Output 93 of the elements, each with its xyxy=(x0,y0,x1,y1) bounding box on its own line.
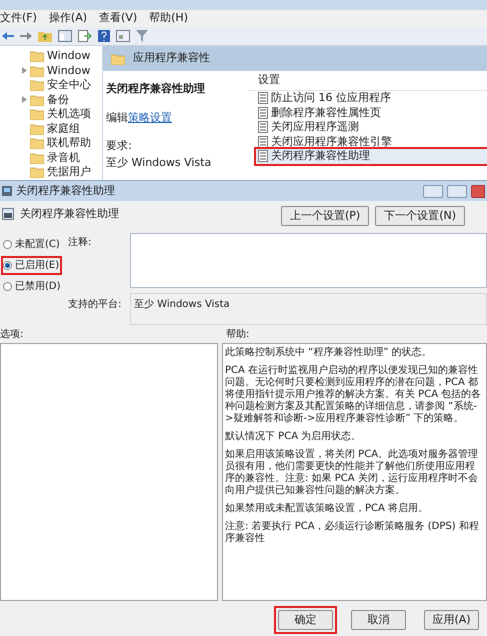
setting-row[interactable]: 关闭应用程序兼容性引擎 xyxy=(256,134,487,149)
help-paragraph: PCA 在运行时监视用户启动的程序以便发现已知的兼容性问题。无论何时只要检测到应用程序的潜在问题，PCA 都将使用指针提示用户推荐的解决方案。有关 PCA 包括的各种问题检测方案及其配置策略的详细信息，请参阅 “系统->疑难解答和诊断->应用程序兼容性诊断” 下的策略。 xyxy=(225,365,482,425)
help-paragraph: 此策略控制系统中 “程序兼容性助理” 的状态。 xyxy=(225,347,433,359)
folder-icon xyxy=(30,79,44,92)
radio-button[interactable] xyxy=(3,240,12,249)
setting-label: 防止访问 16 位应用程序 xyxy=(271,90,391,106)
platform-label: 支持的平台: xyxy=(68,299,122,310)
tree-row[interactable]: 安全中心 xyxy=(0,78,102,92)
tree-row[interactable]: Window xyxy=(0,64,102,78)
policy-document-icon xyxy=(258,121,268,134)
platform-text: 至少 Windows Vista xyxy=(134,299,230,310)
tree-item[interactable]: 录音机 xyxy=(47,150,80,166)
setting-label: 关闭程序兼容性助理 xyxy=(271,148,370,164)
window-icon[interactable] xyxy=(116,30,130,42)
menu-item[interactable]: 文件(F) xyxy=(0,10,37,27)
settings-column-header: 设置 xyxy=(248,71,487,91)
tree-item[interactable]: Window xyxy=(47,62,90,79)
nav-button[interactable]: 上一个设置(P) xyxy=(281,206,370,226)
maximize-button[interactable] xyxy=(447,184,467,198)
radio-button[interactable] xyxy=(3,282,12,291)
minimize-button[interactable] xyxy=(423,184,443,198)
comment-label: 注释: xyxy=(68,236,92,250)
radio-option[interactable]: 未配置(C) xyxy=(3,237,61,252)
nav-button[interactable]: 下一个设置(N) xyxy=(375,206,466,226)
dialog-button[interactable]: 应用(A) xyxy=(424,610,479,630)
tree-item[interactable]: 关机选项 xyxy=(47,106,91,122)
tree-row[interactable]: 家庭组 xyxy=(0,122,102,136)
tree-item[interactable]: 凭据用户 xyxy=(47,164,91,180)
tree-item[interactable]: Window xyxy=(47,48,90,64)
options-label: 选项: xyxy=(0,328,24,342)
requirements-label: 要求: xyxy=(106,138,133,154)
dialog-button[interactable]: 确定 xyxy=(278,610,333,630)
menu-item[interactable]: 操作(A) xyxy=(48,10,88,27)
tree-item[interactable]: 安全中心 xyxy=(47,77,91,94)
close-button[interactable] xyxy=(471,184,485,198)
setting-row[interactable]: 关闭程序兼容性助理 xyxy=(256,149,487,164)
expand-arrow-icon[interactable] xyxy=(22,67,27,74)
panel-icon[interactable] xyxy=(58,30,72,42)
back-arrow-icon[interactable] xyxy=(2,31,14,41)
expand-arrow-icon[interactable] xyxy=(22,96,27,104)
setting-label: 关闭应用程序遥测 xyxy=(271,119,359,135)
setting-row[interactable]: 防止访问 16 位应用程序 xyxy=(256,91,487,106)
policy-setting-icon xyxy=(2,208,14,220)
menu-item[interactable]: 查看(V) xyxy=(99,10,138,27)
dialog-heading: 关闭程序兼容性助理 xyxy=(20,206,120,222)
radio-option[interactable]: 已禁用(D) xyxy=(3,279,62,294)
policy-settings-link[interactable]: 策略设置 xyxy=(128,110,172,124)
tree-item[interactable]: 家庭组 xyxy=(47,120,80,137)
help-paragraph: 注意: 若要执行 PCA，必须运行诊断策略服务 (DPS) 和程序兼容性 xyxy=(225,521,480,545)
edit-policy-text: 编辑策略设置 xyxy=(106,110,173,126)
folder-icon xyxy=(30,50,44,62)
tree-item[interactable]: 联机帮助 xyxy=(47,135,91,152)
radio-option[interactable]: 已启用(E) xyxy=(3,258,60,273)
folder-title: 应用程序兼容性 xyxy=(133,50,210,66)
help-paragraph: 如果禁用或未配置该策略设置，PCA 将启用。 xyxy=(225,503,430,515)
dialog-title: 关闭程序兼容性助理 xyxy=(16,182,116,199)
policy-app-icon xyxy=(2,186,12,196)
menu-item[interactable]: 帮助(H) xyxy=(149,10,188,27)
comment-field[interactable] xyxy=(130,233,487,288)
filter-icon[interactable] xyxy=(136,30,148,42)
setting-label: 删除程序兼容性属性页 xyxy=(271,104,381,120)
policy-document-icon xyxy=(258,136,268,148)
tree-row[interactable]: 凭据用户 xyxy=(0,165,102,180)
setting-row[interactable]: 关闭应用程序遥测 xyxy=(256,120,487,134)
folder-icon xyxy=(111,52,125,64)
help-paragraph: 默认情况下 PCA 为启用状态。 xyxy=(225,431,362,443)
tree-row[interactable]: Window xyxy=(0,49,102,64)
folder-icon xyxy=(30,108,44,120)
help-icon[interactable] xyxy=(98,30,110,42)
radio-button[interactable] xyxy=(3,261,12,270)
requirements-text: 至少 Windows Vista xyxy=(106,154,212,170)
help-paragraph: 如果启用该策略设置，将关闭 PCA。此选项对服务器管理员很有用，他们需要更快的性能并了解他们所使用应用程序的兼容性。注意: 如果 PCA 关闭，运行应用程序时不会向用户提供已知兼容性问题的解决方案。 xyxy=(225,449,480,497)
help-label: 帮助: xyxy=(226,328,250,342)
setting-label: 关闭应用程序兼容性引擎 xyxy=(271,134,392,150)
policy-document-icon xyxy=(258,150,268,162)
tree-row[interactable]: 联机帮助 xyxy=(0,136,102,150)
tree-row[interactable]: 录音机 xyxy=(0,150,102,165)
folder-icon xyxy=(30,94,44,106)
tree-item[interactable]: 备份 xyxy=(47,92,69,108)
folder-up-icon[interactable] xyxy=(38,30,52,42)
tree-row[interactable]: 备份 xyxy=(0,92,102,107)
dialog-button[interactable]: 取消 xyxy=(351,610,406,630)
setting-row[interactable]: 删除程序兼容性属性页 xyxy=(256,106,487,120)
policy-document-icon xyxy=(258,92,268,104)
folder-icon xyxy=(30,122,44,135)
folder-icon xyxy=(30,64,44,77)
folder-icon xyxy=(30,152,44,164)
tree-row[interactable]: 关机选项 xyxy=(0,107,102,122)
export-list-icon[interactable] xyxy=(78,30,92,42)
setting-title: 关闭程序兼容性助理 xyxy=(106,81,206,97)
folder-icon xyxy=(30,137,44,150)
forward-arrow-icon[interactable] xyxy=(20,31,32,41)
policy-document-icon xyxy=(258,106,268,119)
